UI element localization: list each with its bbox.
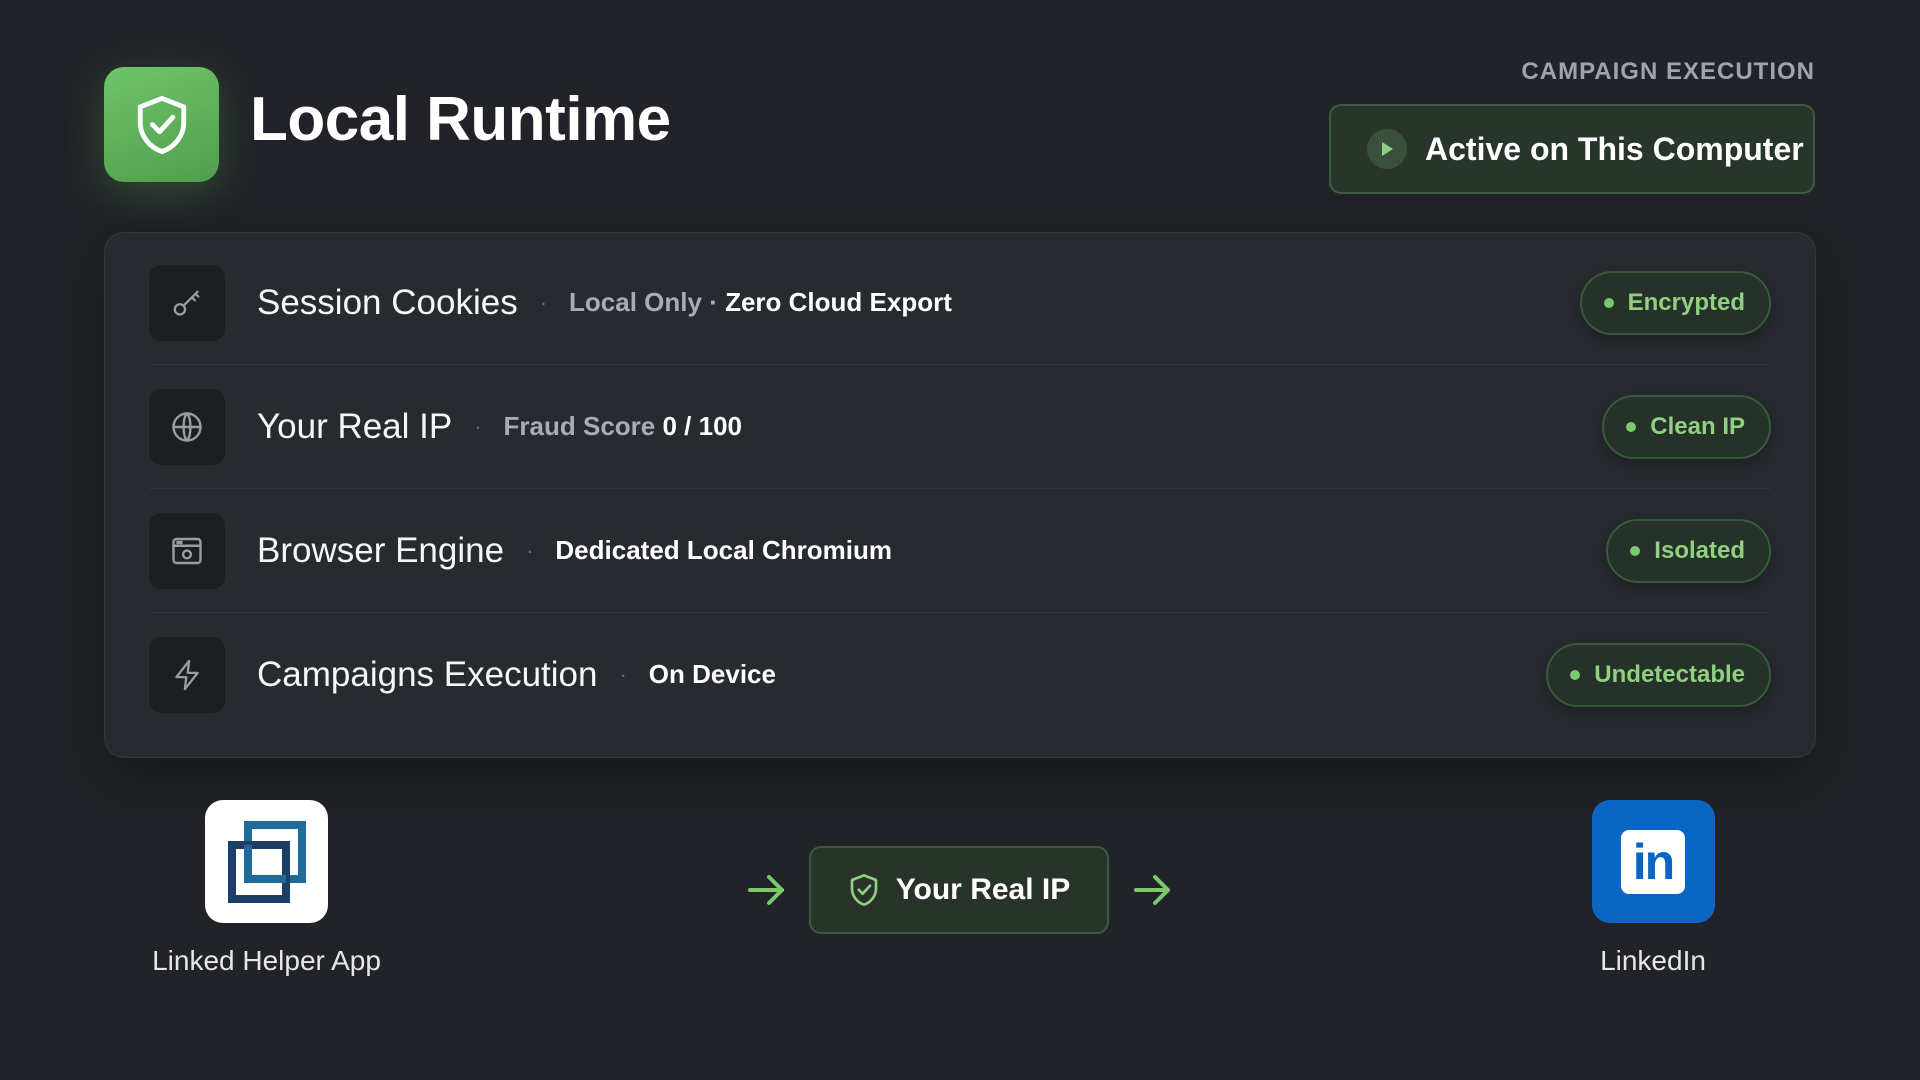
campaign-execution-label: CAMPAIGN EXECUTION	[1521, 58, 1815, 85]
detail-fraud-score-value: 0 / 100	[662, 411, 743, 441]
detail-local-only: Local Only	[569, 287, 702, 317]
badge-label: Encrypted	[1627, 288, 1745, 316]
row-separator: ·	[474, 413, 482, 439]
shield-check-icon	[137, 95, 186, 154]
badge-dot	[1570, 669, 1581, 680]
globe-icon	[149, 388, 225, 465]
row-detail: Dedicated Local Chromium	[555, 535, 892, 566]
shield-check-icon	[850, 873, 878, 906]
status-badge-encrypted: Encrypted	[1579, 270, 1771, 335]
app-logo	[104, 67, 219, 182]
flow-target-label: LinkedIn	[1600, 945, 1706, 976]
row-title: Your Real IP	[257, 406, 453, 446]
row-detail: Local Only · Zero Cloud Export	[569, 287, 952, 318]
linked-helper-logo-icon	[205, 800, 328, 923]
row-separator: ·	[619, 661, 627, 687]
badge-label: Isolated	[1654, 536, 1745, 564]
row-separator: ·	[526, 537, 534, 563]
badge-dot	[1603, 297, 1614, 308]
arrow-right-icon	[748, 875, 784, 905]
badge-dot	[1630, 545, 1641, 556]
key-icon	[149, 264, 225, 341]
status-row-browser-engine: Browser Engine · Dedicated Local Chromiu…	[149, 489, 1771, 613]
status-row-session-cookies: Session Cookies · Local Only · Zero Clou…	[149, 241, 1771, 365]
status-row-real-ip: Your Real IP · Fraud Score 0 / 100 Clean…	[149, 365, 1771, 489]
row-title: Session Cookies	[257, 282, 518, 322]
arrow-right-icon	[1134, 875, 1170, 905]
local-runtime-page: Local Runtime CAMPAIGN EXECUTION Active …	[0, 0, 1920, 1080]
active-status-button[interactable]: Active on This Computer	[1329, 104, 1815, 194]
detail-fraud-score-label: Fraud Score	[503, 411, 656, 441]
flow-real-ip-label: Your Real IP	[895, 873, 1071, 906]
row-detail: Fraud Score 0 / 100	[504, 411, 742, 442]
status-row-campaigns-execution: Campaigns Execution · On Device Undetect…	[149, 613, 1771, 736]
flow-source-linked-helper: Linked Helper App	[140, 800, 393, 977]
badge-dot	[1626, 421, 1637, 432]
status-badge-undetectable: Undetectable	[1546, 642, 1771, 707]
flow-target-linkedin: in LinkedIn	[1572, 800, 1734, 977]
detail-dedicated-chromium: Dedicated Local Chromium	[555, 535, 893, 565]
flow-source-label: Linked Helper App	[152, 945, 381, 976]
badge-label: Undetectable	[1594, 660, 1745, 688]
detail-zero-cloud-export: Zero Cloud Export	[725, 287, 952, 317]
linkedin-logo-icon: in	[1591, 800, 1715, 923]
detail-joiner: ·	[709, 287, 718, 317]
badge-label: Clean IP	[1650, 412, 1745, 440]
linkedin-logo-text: in	[1632, 833, 1675, 890]
row-title: Browser Engine	[257, 530, 505, 570]
row-detail: On Device	[649, 659, 776, 690]
row-title: Campaigns Execution	[257, 654, 598, 694]
row-separator: ·	[539, 289, 548, 315]
status-badge-isolated: Isolated	[1606, 518, 1771, 583]
page-title: Local Runtime	[250, 85, 671, 154]
browser-window-icon	[149, 512, 225, 589]
play-icon	[1367, 129, 1407, 169]
flow-real-ip-node: Your Real IP	[809, 846, 1109, 934]
status-badge-clean-ip: Clean IP	[1602, 394, 1771, 459]
active-status-label: Active on This Computer	[1425, 130, 1804, 167]
detail-on-device: On Device	[648, 659, 776, 689]
runtime-status-card: Session Cookies · Local Only · Zero Clou…	[104, 232, 1816, 758]
lightning-icon	[149, 636, 225, 713]
